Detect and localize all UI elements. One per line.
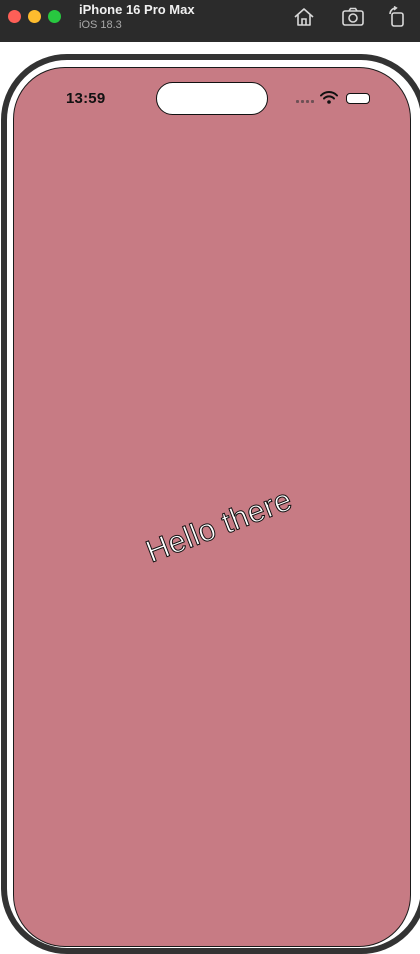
screenshot-button[interactable] xyxy=(341,6,365,28)
dynamic-island xyxy=(156,82,268,115)
window-subtitle: iOS 18.3 xyxy=(79,19,122,31)
home-button[interactable] xyxy=(292,6,316,28)
zoom-window-button[interactable] xyxy=(48,10,61,23)
battery-icon xyxy=(346,93,370,104)
close-window-button[interactable] xyxy=(8,10,21,23)
rotate-button[interactable] xyxy=(385,6,409,28)
cellular-signal-icon xyxy=(296,100,314,103)
wifi-icon xyxy=(320,91,338,104)
rotate-icon xyxy=(389,6,404,27)
camera-icon xyxy=(342,7,364,26)
window-title-block: iPhone 16 Pro Max iOS 18.3 xyxy=(79,2,195,32)
simulator-titlebar: iPhone 16 Pro Max iOS 18.3 xyxy=(0,0,420,42)
home-icon xyxy=(294,8,314,26)
device-screen[interactable]: 13:59 Hello there xyxy=(13,67,411,947)
window-title: iPhone 16 Pro Max xyxy=(79,2,195,17)
minimize-window-button[interactable] xyxy=(28,10,41,23)
status-time: 13:59 xyxy=(66,90,106,107)
hello-text: Hello there xyxy=(141,481,298,570)
